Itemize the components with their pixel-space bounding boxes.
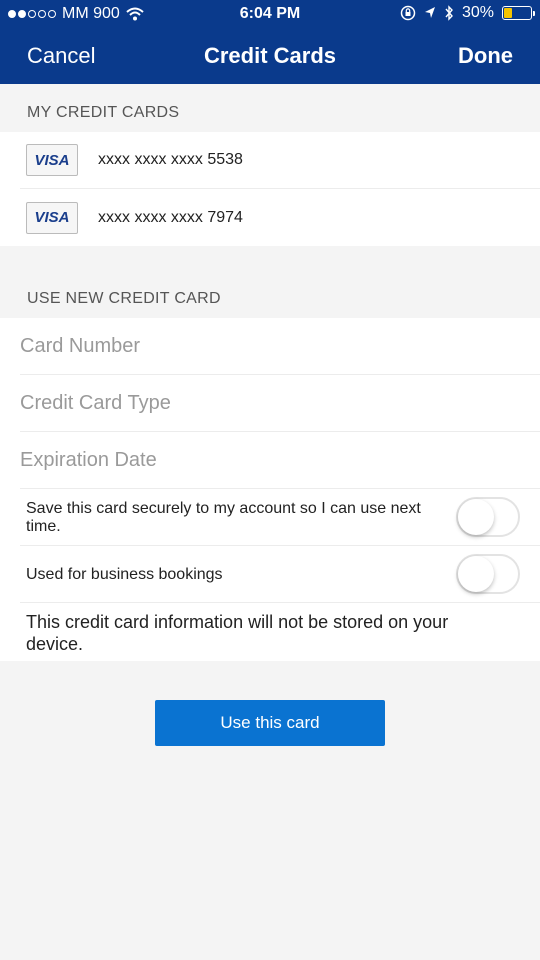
save-card-toggle[interactable] xyxy=(456,497,520,537)
battery-icon xyxy=(502,6,535,20)
visa-logo-icon: VISA xyxy=(26,144,78,176)
status-bar: MM 900 6:04 PM 30% xyxy=(0,0,540,28)
expiration-date-input[interactable] xyxy=(20,432,540,488)
new-card-header: USE NEW CREDIT CARD xyxy=(27,290,221,307)
navigation-bar: Cancel Credit Cards Done xyxy=(0,34,540,78)
top-bar: MM 900 6:04 PM 30% Cancel Credit Cards D… xyxy=(0,0,540,84)
battery-fill xyxy=(504,8,512,18)
my-cards-header: MY CREDIT CARDS xyxy=(27,104,180,121)
toggle-knob xyxy=(458,499,494,535)
visa-logo-icon: VISA xyxy=(26,201,78,234)
status-right: 30% xyxy=(400,4,535,22)
card-number-masked: xxxx xxxx xxxx 5538 xyxy=(98,151,243,168)
expiration-field-row xyxy=(20,432,540,489)
card-number-input[interactable] xyxy=(20,318,540,374)
storage-notice: This credit card information will not be… xyxy=(26,612,449,654)
card-type-input[interactable] xyxy=(20,375,540,431)
new-card-form: Save this card securely to my account so… xyxy=(0,318,540,661)
toggle-knob xyxy=(458,556,494,592)
bluetooth-icon xyxy=(445,5,453,21)
use-this-card-button[interactable]: Use this card xyxy=(155,700,385,746)
cancel-button[interactable]: Cancel xyxy=(27,43,95,69)
save-card-label: Save this card securely to my account so… xyxy=(26,500,421,535)
battery-percent: 30% xyxy=(461,4,494,21)
business-booking-row: Used for business bookings xyxy=(20,546,540,603)
card-number-masked: xxxx xxxx xxxx 7974 xyxy=(98,208,243,226)
saved-card-row[interactable]: VISA xxxx xxxx xxxx 5538 xyxy=(20,132,540,189)
row-divider xyxy=(20,602,540,603)
business-booking-label: Used for business bookings xyxy=(26,566,223,583)
saved-cards-list: VISA xxxx xxxx xxxx 5538 VISA xxxx xxxx … xyxy=(0,132,540,246)
save-card-row: Save this card securely to my account so… xyxy=(20,489,540,546)
card-type-field-row xyxy=(20,375,540,432)
location-icon xyxy=(424,7,435,18)
rotation-lock-icon xyxy=(400,5,416,21)
card-number-field-row xyxy=(20,318,540,375)
done-button[interactable]: Done xyxy=(458,43,513,69)
business-booking-toggle[interactable] xyxy=(456,554,520,594)
saved-card-row[interactable]: VISA xxxx xxxx xxxx 7974 xyxy=(20,189,540,246)
